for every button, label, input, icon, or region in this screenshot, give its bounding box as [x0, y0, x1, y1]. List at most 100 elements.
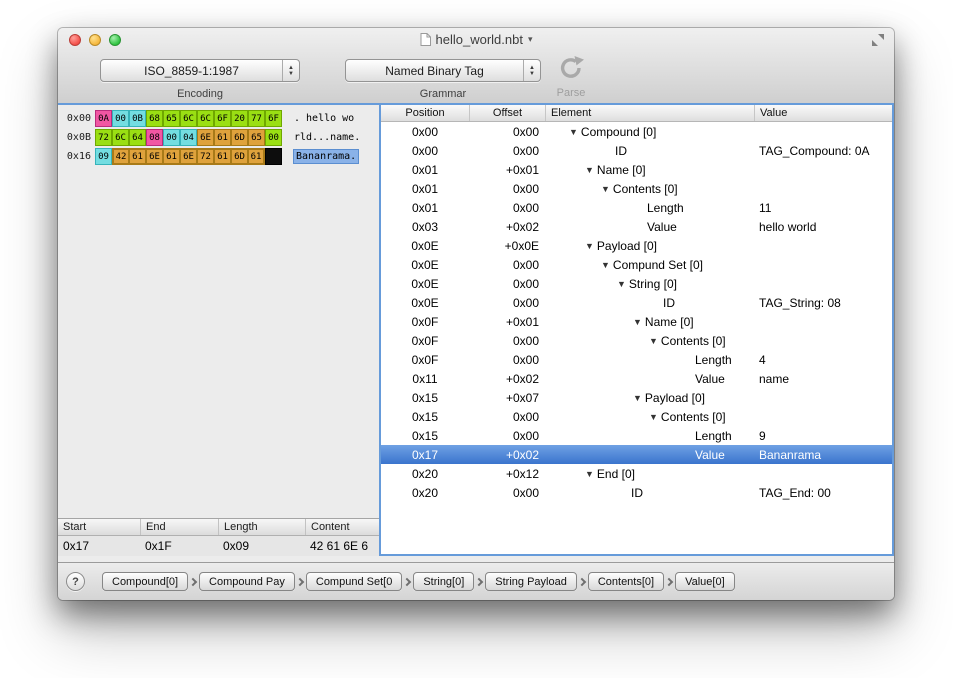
hex-byte-cell[interactable]: 6C: [180, 110, 197, 127]
breadcrumb-item[interactable]: Contents[0]: [588, 572, 664, 591]
bottom-bar: ? Compound[0] Compound Pay Compund Set[0 St…: [58, 562, 894, 600]
breadcrumb-item[interactable]: Value[0]: [675, 572, 735, 591]
disclosure-triangle-icon[interactable]: ▼: [585, 469, 594, 479]
chevron-right-icon: [403, 577, 411, 585]
hex-byte-cell[interactable]: 6E: [180, 148, 197, 165]
tree-row[interactable]: 0x20+0x12▼End [0]: [381, 464, 892, 483]
disclosure-triangle-icon[interactable]: ▼: [617, 279, 626, 289]
app-window: hello_world.nbt ▾ ISO_8859-1:1987 ▲ ▼ En…: [58, 28, 894, 600]
tree-row[interactable]: 0x0E0x00▼String [0]: [381, 274, 892, 293]
tree-row[interactable]: 0x0E0x00▼Compund Set [0]: [381, 255, 892, 274]
tree-row[interactable]: 0x01+0x01▼Name [0]: [381, 160, 892, 179]
breadcrumb-item[interactable]: String Payload: [485, 572, 577, 591]
disclosure-triangle-icon[interactable]: ▼: [601, 184, 610, 194]
hex-ascii-text[interactable]: . hello wo: [294, 113, 354, 124]
tree-offset-cell: +0x01: [469, 163, 545, 177]
hex-byte-cell[interactable]: 09: [95, 148, 112, 165]
disclosure-triangle-icon[interactable]: ▼: [585, 165, 594, 175]
disclosure-triangle-icon[interactable]: ▼: [649, 336, 658, 346]
hex-byte-cell[interactable]: 72: [197, 148, 214, 165]
tree-row[interactable]: 0x11+0x02Valuename: [381, 369, 892, 388]
tree-element-cell: Length: [545, 201, 754, 215]
close-button[interactable]: [69, 34, 81, 46]
tree-row[interactable]: 0x15+0x07▼Payload [0]: [381, 388, 892, 407]
breadcrumb-item[interactable]: String[0]: [413, 572, 474, 591]
hex-ascii-text[interactable]: Bananrama.: [294, 150, 358, 163]
hex-byte-cell[interactable]: 61: [163, 148, 180, 165]
grammar-label: Grammar: [345, 88, 541, 100]
hex-byte-cell[interactable]: 00: [112, 110, 129, 127]
hex-byte-cell[interactable]: 61: [248, 148, 265, 165]
hex-byte-cell[interactable]: 6D: [231, 148, 248, 165]
tree-row[interactable]: 0x0F+0x01▼Name [0]: [381, 312, 892, 331]
disclosure-triangle-icon[interactable]: ▼: [633, 393, 642, 403]
hex-byte-cell[interactable]: 65: [248, 129, 265, 146]
tree-element-label: String [0]: [629, 277, 677, 291]
titlebar[interactable]: hello_world.nbt ▾: [58, 28, 894, 51]
tree-row[interactable]: 0x150x00Length9: [381, 426, 892, 445]
tree-row[interactable]: 0x000x00▼Compound [0]: [381, 122, 892, 141]
tree-row[interactable]: 0x150x00▼Contents [0]: [381, 407, 892, 426]
hex-byte-cell[interactable]: 42: [112, 148, 129, 165]
disclosure-triangle-icon[interactable]: ▼: [601, 260, 610, 270]
hex-byte-cell[interactable]: 64: [129, 129, 146, 146]
tree-row[interactable]: 0x0F0x00▼Contents [0]: [381, 331, 892, 350]
tree-header-element: Element: [545, 105, 754, 121]
breadcrumb-item[interactable]: Compound[0]: [102, 572, 188, 591]
tree-row[interactable]: 0x010x00Length11: [381, 198, 892, 217]
hex-byte-cell[interactable]: 65: [163, 110, 180, 127]
hex-byte-cell[interactable]: 6E: [146, 148, 163, 165]
hex-byte-cell[interactable]: 00: [163, 129, 180, 146]
tree-position-cell: 0x01: [381, 201, 469, 215]
hex-byte-cell[interactable]: 72: [95, 129, 112, 146]
hex-byte-cell[interactable]: 6E: [197, 129, 214, 146]
hex-byte-cell[interactable]: 6C: [197, 110, 214, 127]
disclosure-triangle-icon[interactable]: ▼: [569, 127, 578, 137]
tree-row[interactable]: 0x200x00IDTAG_End: 00: [381, 483, 892, 502]
parse-button[interactable]: Parse: [548, 55, 594, 99]
hex-byte-cell[interactable]: [265, 148, 282, 165]
hex-byte-cell[interactable]: 0B: [129, 110, 146, 127]
tree-position-cell: 0x0E: [381, 296, 469, 310]
hex-byte-cell[interactable]: 61: [214, 129, 231, 146]
hex-byte-cell[interactable]: 77: [248, 110, 265, 127]
hex-byte-cell[interactable]: 68: [146, 110, 163, 127]
hex-byte-cell[interactable]: 61: [129, 148, 146, 165]
hex-byte-cell[interactable]: 00: [265, 129, 282, 146]
breadcrumb-item[interactable]: Compound Pay: [199, 572, 295, 591]
tree-element-label: Length: [695, 429, 732, 443]
grammar-dropdown[interactable]: Named Binary Tag ▲ ▼: [345, 59, 541, 82]
hex-byte-cell[interactable]: 61: [214, 148, 231, 165]
tree-row[interactable]: 0x0E0x00IDTAG_String: 08: [381, 293, 892, 312]
breadcrumb-item[interactable]: Compund Set[0: [306, 572, 402, 591]
tree-row[interactable]: 0x03+0x02Valuehello world: [381, 217, 892, 236]
hex-byte-cell[interactable]: 6D: [231, 129, 248, 146]
disclosure-triangle-icon[interactable]: ▼: [633, 317, 642, 327]
minimize-button[interactable]: [89, 34, 101, 46]
tree-position-cell: 0x0F: [381, 334, 469, 348]
hex-byte-cell[interactable]: 20: [231, 110, 248, 127]
tree-row[interactable]: 0x0F0x00Length4: [381, 350, 892, 369]
disclosure-triangle-icon[interactable]: ▼: [585, 241, 594, 251]
hex-ascii-text[interactable]: rld...name.: [294, 132, 360, 143]
disclosure-triangle-icon[interactable]: ▼: [649, 412, 658, 422]
encoding-dropdown[interactable]: ISO_8859-1:1987 ▲ ▼: [100, 59, 300, 82]
tree-row[interactable]: 0x010x00▼Contents [0]: [381, 179, 892, 198]
tree-row[interactable]: 0x000x00IDTAG_Compound: 0A: [381, 141, 892, 160]
hex-byte-cell[interactable]: 04: [180, 129, 197, 146]
hex-byte-cell[interactable]: 6F: [214, 110, 231, 127]
tree-row[interactable]: 0x17+0x02ValueBananrama: [381, 445, 892, 464]
help-button[interactable]: ?: [66, 572, 85, 591]
fullscreen-icon[interactable]: [871, 33, 885, 47]
hex-byte-cell[interactable]: 6C: [112, 129, 129, 146]
hex-byte-cell[interactable]: 0A: [95, 110, 112, 127]
hex-byte-cell[interactable]: 08: [146, 129, 163, 146]
tree-offset-cell: +0x12: [469, 467, 545, 481]
hex-rows[interactable]: 0x000A000B68656C6C6F20776F. hello wo0x0B…: [58, 105, 379, 518]
tree-body[interactable]: 0x000x00▼Compound [0]0x000x00IDTAG_Compo…: [381, 122, 892, 554]
zoom-button[interactable]: [109, 34, 121, 46]
hex-byte-cell[interactable]: 6F: [265, 110, 282, 127]
title-chevron-icon[interactable]: ▾: [528, 34, 533, 45]
toolbar: ISO_8859-1:1987 ▲ ▼ Encoding Named Binar…: [58, 51, 894, 103]
tree-row[interactable]: 0x0E+0x0E▼Payload [0]: [381, 236, 892, 255]
